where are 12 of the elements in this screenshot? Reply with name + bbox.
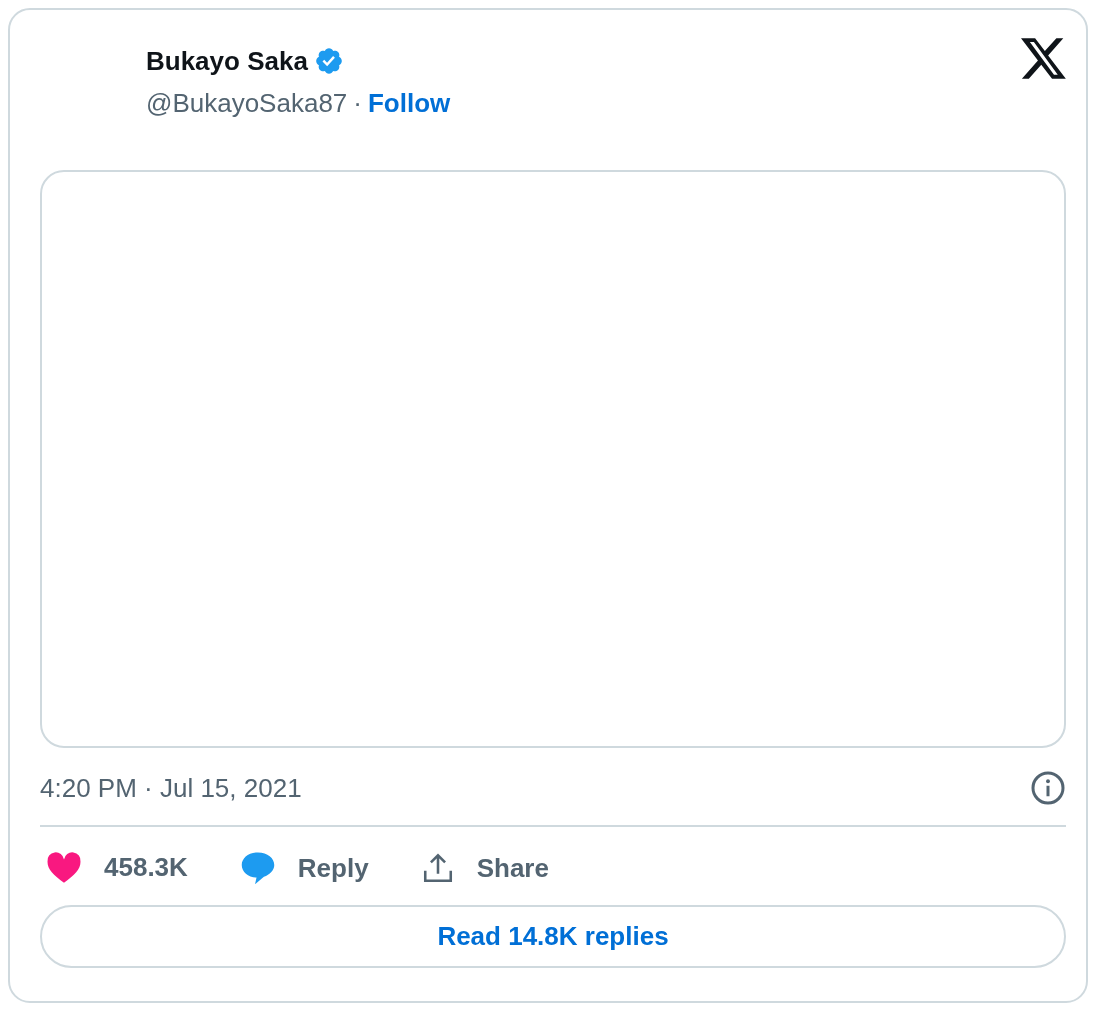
follow-link[interactable]: Follow bbox=[367, 86, 451, 120]
info-icon[interactable] bbox=[1030, 770, 1066, 806]
reply-action[interactable]: Reply bbox=[239, 851, 369, 885]
share-action[interactable]: Share bbox=[420, 851, 549, 885]
timestamp[interactable]: 4:20 PM · Jul 15, 2021 bbox=[40, 772, 302, 804]
separator: · bbox=[353, 87, 362, 120]
like-action[interactable]: 458.3K bbox=[46, 851, 188, 883]
x-logo-icon[interactable] bbox=[1021, 38, 1066, 79]
speech-bubble-icon bbox=[239, 851, 276, 885]
read-replies-button[interactable]: Read 14.8K replies bbox=[40, 905, 1066, 968]
author-name[interactable]: Bukayo Saka bbox=[146, 44, 308, 78]
author-handle[interactable]: @BukayoSaka87 bbox=[146, 86, 348, 120]
